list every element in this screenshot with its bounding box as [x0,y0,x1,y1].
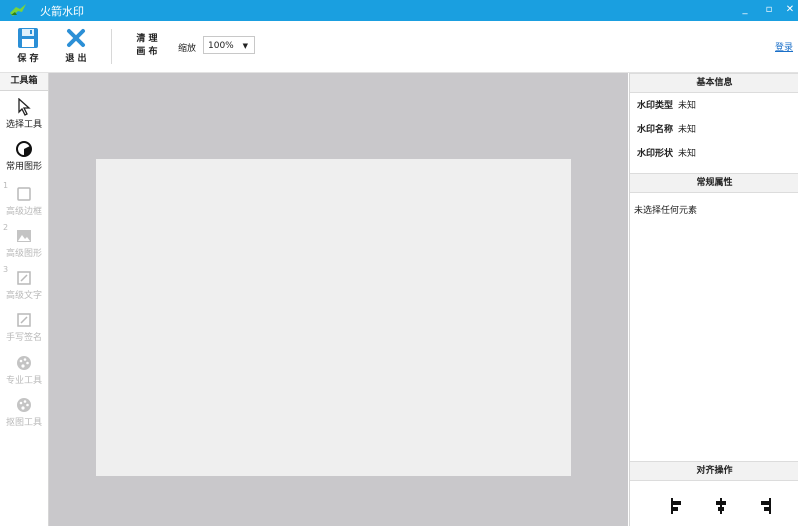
toolbox-panel: 工具箱 选择工具 常用图形 1 高级边框 2 高级图形 3 高级文字 手写签名 … [0,73,49,526]
exit-button[interactable]: 退 出 [60,27,92,64]
tool-number: 3 [3,265,9,274]
save-label: 保 存 [17,54,39,64]
palette-icon [17,356,31,370]
tool-number: 2 [3,223,9,232]
shape-icon [16,141,32,157]
tool-number: 1 [3,181,9,190]
chevron-down-icon: ▼ [242,42,248,50]
info-row-name: 水印名称 未知 [637,122,696,135]
tool-advanced-border[interactable]: 1 高级边框 [0,181,48,217]
close-x-icon [67,29,85,47]
cursor-icon [18,98,31,116]
toolbar-separator [111,29,112,64]
app-logo-icon [10,4,26,16]
tool-advanced-text[interactable]: 3 高级文字 [0,265,48,301]
info-key: 水印类型 [637,101,674,111]
toolbox-header: 工具箱 [0,73,48,91]
tool-matting[interactable]: 抠图工具 [0,395,48,428]
tool-label: 手写签名 [5,333,42,343]
zoom-value: 100% [208,41,234,51]
tool-label: 选择工具 [5,120,42,130]
save-button[interactable]: 保 存 [12,27,44,64]
align-toolbar [630,493,798,526]
tool-common-shapes[interactable]: 常用图形 [0,139,48,172]
clear-label-line2: 画 布 [136,47,158,57]
general-props-header: 常规属性 [630,173,798,193]
info-key: 水印名称 [637,125,674,135]
align-center-icon[interactable] [714,497,728,515]
clear-canvas-button[interactable]: 清 理 画 布 [134,33,160,59]
zoom-label: 缩放 [178,44,197,54]
title-bar: 火箭水印 _ ▫ ✕ [0,0,798,21]
info-value: 未知 [678,101,697,111]
zoom-select[interactable]: 100% ▼ [203,36,255,54]
window-title: 火箭水印 [40,5,84,18]
tool-label: 抠图工具 [5,418,42,428]
tool-select[interactable]: 选择工具 [0,97,48,130]
align-left-icon[interactable] [670,497,684,515]
info-key: 水印形状 [637,149,674,159]
tool-label: 高级文字 [5,291,42,301]
workspace-area[interactable] [49,73,628,526]
align-header: 对齐操作 [630,461,798,481]
palette-icon [17,398,31,412]
tool-label: 常用图形 [5,162,42,172]
info-value: 未知 [678,149,697,159]
login-link[interactable]: 登录 [775,40,793,53]
info-row-shape: 水印形状 未知 [637,146,696,159]
minimize-button[interactable]: _ [736,2,754,18]
no-selection-text: 未选择任何元素 [634,206,698,216]
clear-label-line1: 清 理 [136,34,158,44]
tool-advanced-image[interactable]: 2 高级图形 [0,223,48,259]
tool-professional[interactable]: 专业工具 [0,353,48,386]
exit-label: 退 出 [65,54,87,64]
close-button[interactable]: ✕ [781,2,798,18]
image-icon [17,230,31,242]
basic-info-header: 基本信息 [630,73,798,93]
tool-label: 高级图形 [5,249,42,259]
drawing-canvas[interactable] [96,159,571,476]
save-icon [18,28,38,48]
main-toolbar: 保 存 退 出 清 理 画 布 缩放 100% ▼ 登录 [0,21,798,73]
maximize-button[interactable]: ▫ [760,2,778,18]
tool-signature[interactable]: 手写签名 [0,310,48,343]
info-value: 未知 [678,125,697,135]
border-icon [17,187,31,201]
tool-label: 高级边框 [5,207,42,217]
text-icon [17,271,31,285]
properties-panel: 基本信息 水印类型 未知 水印名称 未知 水印形状 未知 常规属性 未选择任何元素 对… [629,73,798,526]
signature-icon [17,313,31,327]
align-right-icon[interactable] [758,497,772,515]
tool-label: 专业工具 [5,376,42,386]
info-row-type: 水印类型 未知 [637,98,696,111]
